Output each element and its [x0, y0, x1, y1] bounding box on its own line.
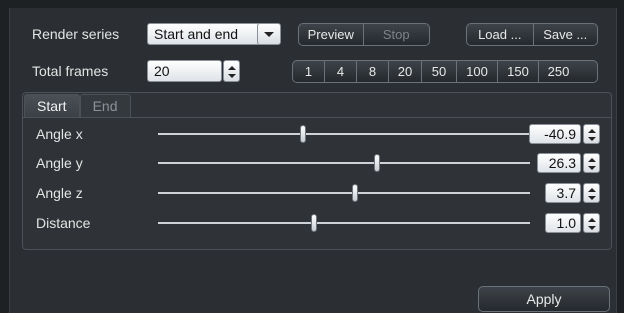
preset-1-button[interactable]: 1	[293, 61, 325, 82]
slider-thumb[interactable]	[300, 125, 307, 143]
total-frames-stepper[interactable]	[223, 60, 240, 82]
apply-button[interactable]: Apply	[478, 286, 610, 312]
param-stepper[interactable]	[583, 124, 600, 144]
stepper-arrows-icon	[588, 129, 596, 141]
stop-button[interactable]: Stop	[364, 24, 430, 45]
stepper-arrows-icon	[228, 66, 236, 78]
preset-8-button[interactable]: 8	[357, 61, 389, 82]
param-label: Angle z	[36, 185, 83, 201]
preset-4-button[interactable]: 4	[325, 61, 357, 82]
total-frames-label: Total frames	[32, 63, 109, 79]
param-value-input[interactable]: 3.7	[545, 183, 581, 203]
param-label: Angle y	[36, 155, 83, 171]
preset-100-button[interactable]: 100	[457, 61, 498, 82]
tab-start[interactable]: Start	[24, 94, 80, 118]
slider-track[interactable]	[158, 222, 530, 224]
frame-presets: 1 4 8 20 50 100 150 250	[292, 60, 598, 83]
render-series-label: Render series	[32, 26, 120, 42]
slider-thumb[interactable]	[352, 184, 359, 202]
param-value-input[interactable]: -40.9	[529, 124, 581, 144]
slider-thumb[interactable]	[374, 154, 381, 172]
tab-bar: Start End	[24, 94, 131, 118]
stepper-arrows-icon	[588, 218, 596, 230]
preset-20-button[interactable]: 20	[389, 61, 422, 82]
param-label: Angle x	[36, 126, 83, 142]
stepper-arrows-icon	[588, 188, 596, 200]
preset-150-button[interactable]: 150	[498, 61, 539, 82]
preview-button[interactable]: Preview	[299, 24, 364, 45]
preview-stop-group: Preview Stop	[298, 23, 430, 46]
chevron-down-icon	[264, 32, 274, 37]
param-stepper[interactable]	[583, 153, 600, 173]
param-label: Distance	[36, 215, 91, 231]
tab-end[interactable]: End	[79, 94, 131, 118]
slider-track[interactable]	[158, 162, 530, 164]
tab-divider	[23, 117, 611, 118]
param-stepper[interactable]	[583, 183, 600, 203]
total-frames-value: 20	[154, 63, 170, 79]
stepper-arrows-icon	[588, 158, 596, 170]
param-value-input[interactable]: 1.0	[545, 213, 581, 233]
render-series-dropdown-button[interactable]	[257, 23, 281, 45]
slider-track[interactable]	[158, 192, 530, 194]
param-value-input[interactable]: 26.3	[537, 153, 581, 173]
slider-thumb[interactable]	[311, 214, 318, 232]
param-stepper[interactable]	[583, 213, 600, 233]
preset-250-button[interactable]: 250	[539, 61, 578, 82]
load-button[interactable]: Load ...	[467, 24, 534, 45]
preset-50-button[interactable]: 50	[422, 61, 457, 82]
slider-track[interactable]	[158, 133, 530, 135]
load-save-group: Load ... Save ...	[466, 23, 598, 46]
save-button[interactable]: Save ...	[534, 24, 598, 45]
render-series-value: Start and end	[154, 26, 239, 42]
total-frames-input[interactable]: 20	[147, 60, 222, 82]
